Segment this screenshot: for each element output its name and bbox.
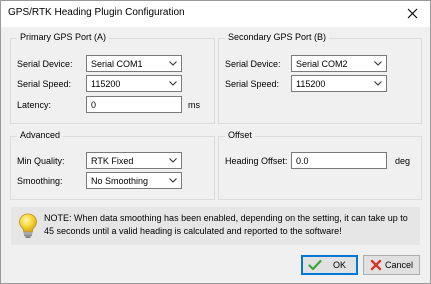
- chevron-down-icon: [169, 158, 177, 163]
- chevron-down-icon: [169, 178, 177, 183]
- primary-gps-legend: Primary GPS Port (A): [17, 32, 110, 42]
- window-title: GPS/RTK Heading Plugin Configuration: [8, 7, 185, 18]
- cancel-button-label: Cancel: [385, 260, 414, 270]
- note-text: NOTE: When data smoothing has been enabl…: [44, 212, 416, 238]
- secondary-serial-device-select[interactable]: Serial COM2: [291, 55, 387, 72]
- smoothing-value: No Smoothing: [91, 176, 149, 186]
- secondary-gps-group: Secondary GPS Port (B) Serial Device: Se…: [218, 32, 422, 124]
- primary-serial-speed-value: 115200: [91, 79, 121, 89]
- note-panel: NOTE: When data smoothing has been enabl…: [11, 207, 420, 245]
- primary-serial-speed-select[interactable]: 115200: [86, 75, 182, 92]
- heading-offset-field[interactable]: [291, 152, 387, 169]
- chevron-down-icon: [169, 81, 177, 86]
- primary-serial-speed-label: Serial Speed:: [17, 79, 72, 89]
- close-icon: [407, 8, 418, 19]
- min-quality-value: RTK Fixed: [91, 156, 134, 166]
- latency-unit: ms: [188, 100, 200, 110]
- chevron-down-icon: [169, 61, 177, 66]
- heading-offset-unit: deg: [395, 156, 411, 166]
- smoothing-select[interactable]: No Smoothing: [86, 172, 182, 189]
- secondary-serial-device-value: Serial COM2: [296, 59, 348, 69]
- secondary-serial-speed-select[interactable]: 115200: [291, 75, 387, 92]
- min-quality-select[interactable]: RTK Fixed: [86, 152, 182, 169]
- checkmark-icon: [308, 259, 322, 271]
- advanced-legend: Advanced: [17, 130, 64, 140]
- secondary-serial-speed-value: 115200: [296, 79, 326, 89]
- secondary-serial-device-label: Serial Device:: [225, 59, 281, 69]
- heading-offset-label: Heading Offset:: [225, 156, 288, 166]
- title-bar: GPS/RTK Heading Plugin Configuration: [0, 0, 431, 27]
- note-line-1: NOTE: When data smoothing has been enabl…: [44, 213, 408, 223]
- ok-button[interactable]: OK: [301, 255, 358, 275]
- lightbulb-icon: [19, 213, 37, 238]
- offset-group: Offset Heading Offset: deg: [218, 130, 422, 200]
- secondary-serial-speed-label: Serial Speed:: [225, 79, 280, 89]
- offset-legend: Offset: [225, 130, 255, 140]
- secondary-gps-legend: Secondary GPS Port (B): [225, 32, 330, 42]
- primary-gps-group: Primary GPS Port (A) Serial Device: Seri…: [10, 32, 215, 124]
- latency-field[interactable]: [86, 96, 182, 113]
- latency-label: Latency:: [17, 100, 52, 110]
- close-button[interactable]: [395, 0, 431, 27]
- smoothing-label: Smoothing:: [17, 176, 63, 186]
- primary-serial-device-label: Serial Device:: [17, 59, 73, 69]
- min-quality-label: Min Quality:: [17, 156, 65, 166]
- heading-offset-input[interactable]: [292, 153, 386, 168]
- primary-serial-device-value: Serial COM1: [91, 59, 143, 69]
- cross-icon: [370, 259, 382, 271]
- latency-input[interactable]: [87, 97, 181, 112]
- chevron-down-icon: [374, 61, 382, 66]
- cancel-button[interactable]: Cancel: [363, 255, 420, 275]
- note-line-2: 45 seconds until a valid heading is calc…: [44, 226, 342, 236]
- advanced-group: Advanced Min Quality: RTK Fixed Smoothin…: [10, 130, 215, 200]
- chevron-down-icon: [374, 81, 382, 86]
- primary-serial-device-select[interactable]: Serial COM1: [86, 55, 182, 72]
- ok-button-label: OK: [333, 260, 347, 270]
